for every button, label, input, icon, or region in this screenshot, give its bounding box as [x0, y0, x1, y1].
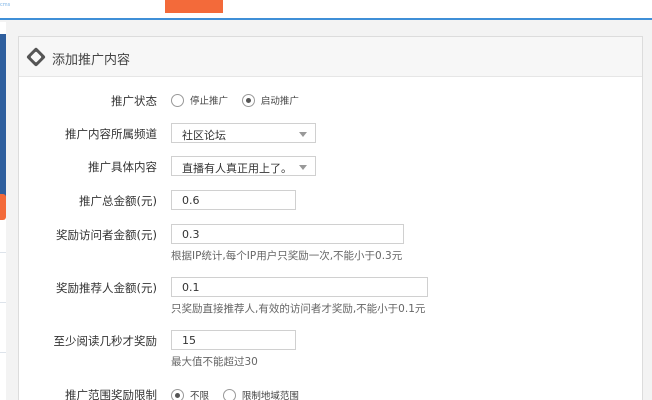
sidebar-item-active[interactable]	[0, 194, 6, 220]
content-label: 推广具体内容	[88, 160, 157, 174]
channel-row: 推广内容所属频道 社区论坛	[19, 123, 644, 143]
referrer-reward-hint: 只奖励直接推荐人,有效的访问者才奖励,不能小于0.1元	[171, 303, 426, 315]
content-select-value: 直播有人真正用上了。	[182, 162, 292, 175]
visitor-reward-label: 奖励访问者金额(元)	[56, 228, 157, 242]
content-row: 推广具体内容 直播有人真正用上了。	[19, 156, 644, 176]
sidebar-active-section	[0, 34, 6, 204]
chevron-down-icon	[299, 165, 307, 170]
total-amount-label: 推广总金额(元)	[79, 194, 157, 208]
read-seconds-label: 至少阅读几秒才奖励	[53, 334, 158, 348]
sidebar-divider	[0, 302, 6, 303]
top-bar: cms	[0, 0, 652, 20]
referrer-reward-input[interactable]: 0.1	[171, 277, 428, 297]
logo: cms	[0, 2, 11, 8]
radio-icon	[171, 93, 184, 107]
panel-header: 添加推广内容	[19, 37, 642, 77]
region-option-unlimited-label: 不限	[190, 391, 210, 400]
visitor-reward-hint: 根据IP统计,每个IP用户只奖励一次,不能小于0.3元	[171, 250, 403, 262]
channel-select[interactable]: 社区论坛	[171, 123, 316, 143]
status-radio-start[interactable]: 启动推广	[241, 93, 299, 107]
radio-checked-icon	[241, 93, 255, 107]
region-limit-label: 推广范围奖励限制	[65, 388, 157, 400]
panel-title-icon	[26, 47, 46, 67]
add-promotion-panel: 添加推广内容 推广状态 停止推广 启动推广 推广内容所属频道 社区论坛 推广具体…	[18, 36, 643, 400]
visitor-reward-input[interactable]: 0.3	[171, 224, 404, 244]
panel-title: 添加推广内容	[52, 53, 131, 68]
region-radio-unlimited[interactable]: 不限	[171, 388, 209, 400]
region-option-limited-label: 限制地域范围	[241, 391, 299, 400]
status-option-stop-label: 停止推广	[190, 96, 229, 107]
content-select[interactable]: 直播有人真正用上了。	[171, 156, 316, 176]
region-radio-limited[interactable]: 限制地域范围	[222, 388, 299, 400]
referrer-reward-label: 奖励推荐人金额(元)	[56, 281, 157, 295]
channel-label: 推广内容所属频道	[65, 127, 157, 141]
read-seconds-input[interactable]: 15	[171, 330, 296, 350]
status-option-start-label: 启动推广	[260, 96, 299, 107]
status-label: 推广状态	[111, 94, 157, 108]
chevron-down-icon	[299, 132, 307, 137]
channel-select-value: 社区论坛	[182, 129, 226, 142]
radio-icon	[222, 388, 236, 400]
sidebar-divider	[0, 352, 6, 353]
total-amount-input[interactable]: 0.6	[171, 190, 296, 210]
sidebar	[0, 22, 6, 400]
sidebar-divider	[0, 252, 6, 253]
active-top-tab[interactable]	[165, 0, 223, 13]
radio-checked-icon	[171, 388, 184, 400]
status-radio-stop[interactable]: 停止推广	[171, 93, 228, 107]
read-seconds-hint: 最大值不能超过30	[171, 356, 258, 368]
